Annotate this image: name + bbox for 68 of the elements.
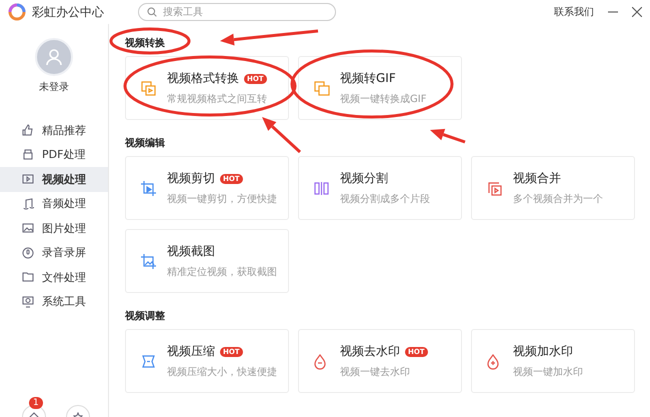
tool-description: 视频一键剪切，方便快捷 — [167, 192, 277, 206]
image-icon — [22, 222, 34, 234]
tool-name: 视频压缩 — [167, 343, 215, 360]
tool-name: 视频去水印 — [340, 343, 400, 360]
arrow-drawing — [430, 128, 466, 144]
thumbs-up-icon — [22, 124, 34, 136]
video-convert-icon — [140, 80, 157, 96]
tool-card[interactable]: 视频合并 多个视频合并为一个 — [471, 156, 635, 220]
sidebar-item-label: 系统工具 — [42, 294, 86, 310]
tool-description: 视频一键加水印 — [513, 366, 583, 379]
sidebar-item[interactable]: 音频处理 — [0, 192, 108, 216]
folder-icon — [22, 271, 34, 284]
sidebar-item-label: 文件处理 — [42, 270, 86, 285]
sidebar-item[interactable]: 精品推荐 — [0, 118, 108, 142]
crop-image-icon — [140, 252, 157, 270]
sidebar-item-label: 音频处理 — [42, 196, 86, 212]
tool-description: 视频一键转换成GIF — [340, 92, 426, 106]
arrow-drawing — [262, 117, 302, 154]
tool-description: 多个视频合并为一个 — [513, 192, 603, 206]
tool-card[interactable]: 视频转GIF 视频一键转换成GIF — [298, 56, 462, 120]
tool-description: 视频一键去水印 — [340, 366, 411, 379]
logo-icon — [8, 3, 26, 21]
sidebar-item-label: 精品推荐 — [42, 122, 86, 138]
monitor-icon — [22, 296, 34, 308]
merge-icon — [486, 180, 503, 196]
play-icon — [22, 173, 34, 186]
app-title: 彩虹办公中心 — [32, 4, 105, 20]
music-note-icon — [22, 198, 34, 210]
crop-icon — [140, 180, 157, 196]
sidebar-item[interactable]: 文件处理 — [0, 265, 108, 290]
printer-icon — [22, 148, 34, 161]
tool-description: 视频分割成多个片段 — [340, 192, 430, 206]
notification-badge: 1 — [29, 397, 43, 409]
user-name: 未登录 — [39, 80, 69, 94]
tool-name: 视频合并 — [513, 170, 561, 187]
user-silhouette-icon — [45, 48, 63, 66]
sidebar-item[interactable]: PDF处理 — [0, 142, 108, 167]
sidebar-item-label: 录音录屏 — [42, 245, 86, 260]
tool-name: 视频截图 — [167, 243, 215, 260]
search-field[interactable]: 搜索工具 — [138, 3, 336, 21]
tool-card[interactable]: 视频截图 精准定位视频，获取截图 — [125, 229, 289, 293]
section-title: 视频编辑 — [125, 136, 165, 150]
tool-name: 视频转GIF — [340, 70, 396, 87]
close-icon — [632, 7, 642, 17]
microphone-icon — [22, 246, 34, 259]
sidebar-item-label: PDF处理 — [42, 147, 86, 162]
tool-name: 视频格式转换 — [167, 70, 239, 87]
close-button[interactable] — [632, 7, 642, 17]
section-title: 视频调整 — [125, 310, 165, 323]
compress-icon — [140, 352, 157, 370]
tool-description: 常规视频格式之间互转 — [167, 92, 267, 106]
split-icon — [313, 180, 330, 196]
tool-name: 视频加水印 — [513, 343, 573, 360]
tool-card[interactable]: 视频分割 视频分割成多个片段 — [298, 156, 462, 220]
sidebar-item[interactable]: 系统工具 — [0, 290, 108, 314]
sidebar-item-label: 视频处理 — [42, 172, 86, 187]
section-title: 视频转换 — [125, 36, 165, 50]
tool-card[interactable]: 视频加水印 视频一键加水印 — [471, 329, 635, 393]
tool-description: 视频压缩大小，快速便捷 — [167, 366, 277, 379]
sidebar-item-label: 图片处理 — [42, 220, 86, 236]
sidebar-item[interactable]: 录音录屏 — [0, 240, 108, 265]
sidebar-item[interactable]: 图片处理 — [0, 216, 108, 240]
tool-description: 精准定位视频，获取截图 — [167, 266, 277, 279]
tool-name: 视频剪切 — [167, 170, 215, 187]
contact-link[interactable]: 联系我们 — [554, 5, 594, 19]
sidebar-item[interactable]: 视频处理 — [0, 167, 108, 192]
search-icon — [147, 7, 157, 17]
tool-name: 视频分割 — [340, 170, 388, 187]
